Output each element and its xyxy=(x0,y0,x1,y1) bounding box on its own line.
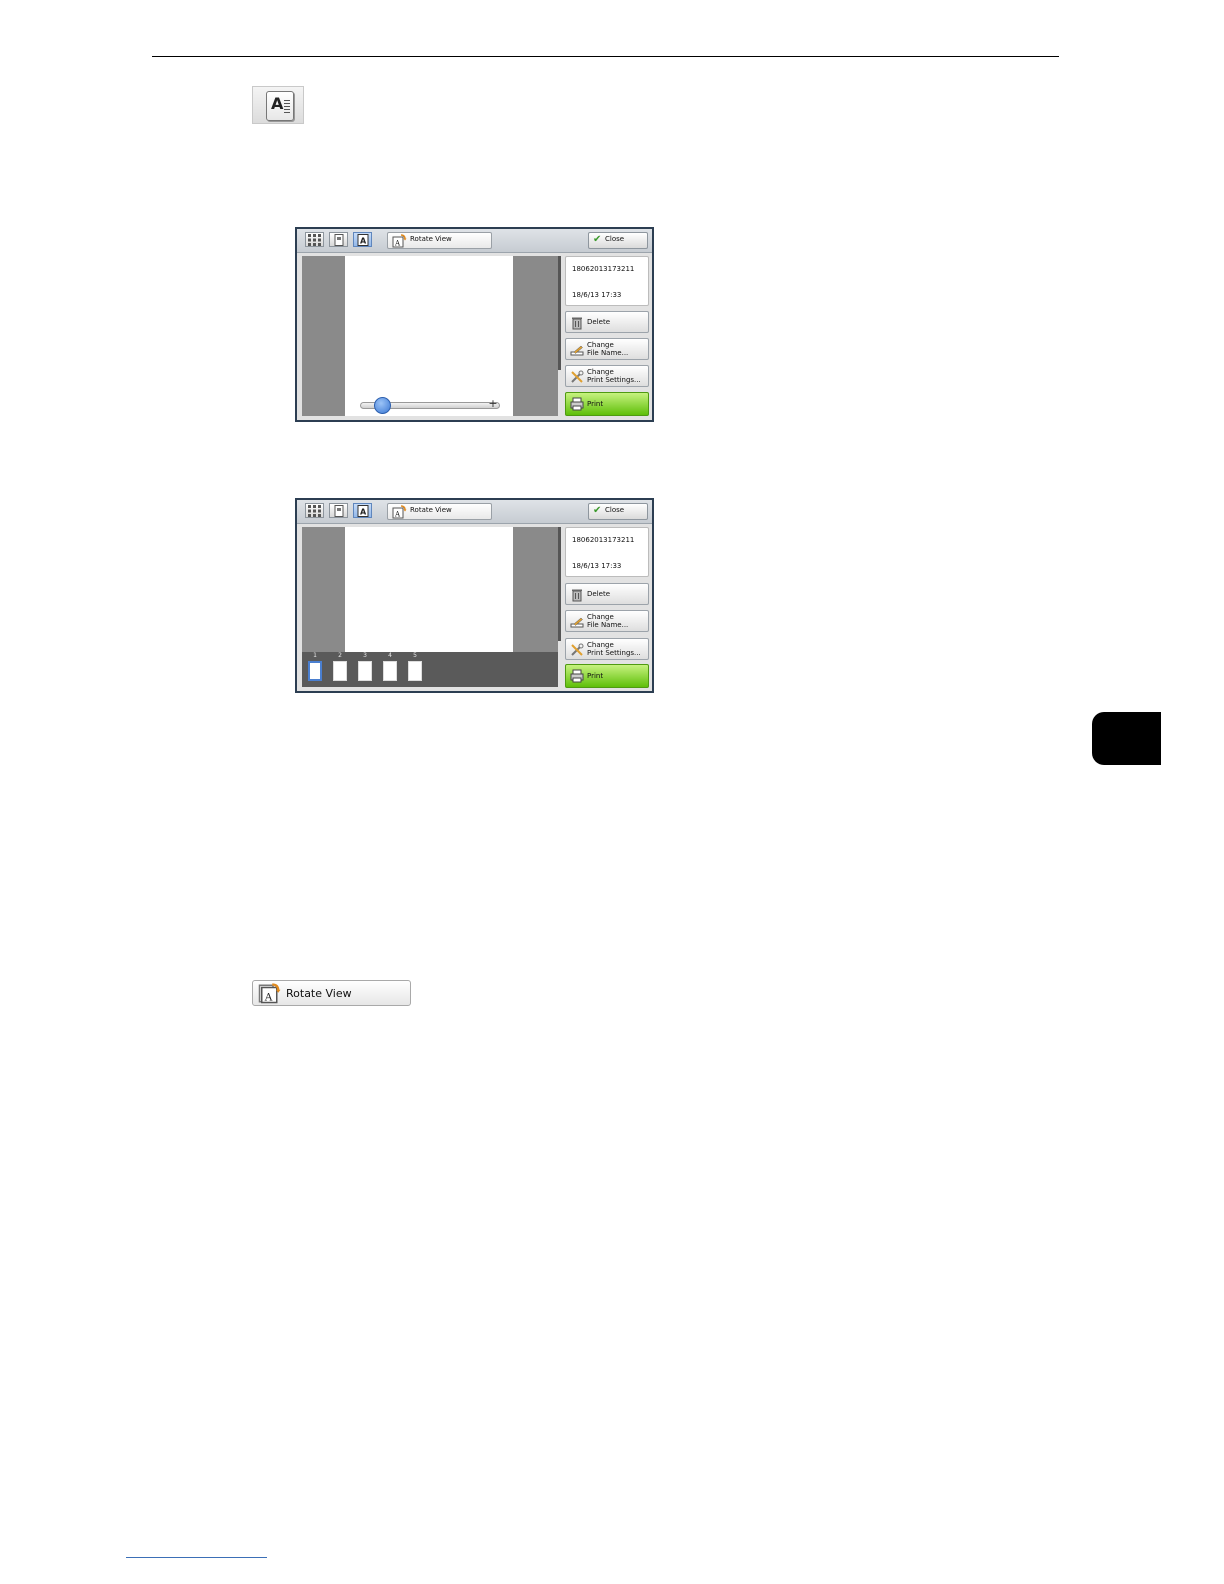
trash-icon xyxy=(572,589,582,602)
page-icon xyxy=(334,505,344,517)
change-print-settings-line1: Change xyxy=(587,641,614,649)
change-file-name-line1: Change xyxy=(587,341,614,349)
thumbnail-view-button[interactable] xyxy=(305,503,324,518)
rotate-view-label: Rotate View xyxy=(410,506,452,514)
delete-button[interactable]: Delete xyxy=(565,311,649,333)
footer-link-rule xyxy=(126,1557,267,1558)
page-thumbnail[interactable] xyxy=(358,661,372,681)
preview-scrollbar[interactable] xyxy=(558,527,561,641)
change-print-settings-button[interactable]: Change Print Settings... xyxy=(565,365,649,387)
trash-icon xyxy=(572,317,582,330)
thumbnail-view-button[interactable] xyxy=(305,232,324,247)
page-view-button[interactable] xyxy=(329,232,348,247)
preview-scrollbar[interactable] xyxy=(558,256,561,370)
file-info-box: 18062013173211 18/6/13 17:33 xyxy=(565,527,649,577)
text-lines-icon xyxy=(284,100,290,114)
preview-page xyxy=(345,256,513,416)
grid-icon xyxy=(308,505,321,517)
pencil-icon xyxy=(570,345,584,356)
print-label: Print xyxy=(587,672,604,680)
document-icon: A xyxy=(266,91,294,121)
zoom-in-button[interactable]: + xyxy=(488,398,498,409)
change-print-settings-line2: Print Settings... xyxy=(587,376,641,384)
svg-text:A: A xyxy=(394,240,401,248)
file-id: 18062013173211 xyxy=(572,265,635,273)
chapter-tab xyxy=(1092,712,1161,765)
delete-button[interactable]: Delete xyxy=(565,583,649,605)
print-button[interactable]: Print xyxy=(565,392,649,416)
thumbnail-number: 5 xyxy=(413,652,417,659)
rotate-view-label: Rotate View xyxy=(286,987,352,1000)
icon-letter: A xyxy=(271,94,284,113)
preview-screen-zoom: A A Rotate View ✔ Close − + 180620131732… xyxy=(295,227,654,422)
change-file-name-line2: File Name... xyxy=(587,349,629,357)
change-file-name-button[interactable]: Change File Name... xyxy=(565,338,649,360)
rotate-view-label: Rotate View xyxy=(410,235,452,243)
thumbnail-strip: 1 2 3 4 5 xyxy=(302,652,558,687)
file-datetime: 18/6/13 17:33 xyxy=(572,562,622,570)
change-print-settings-line2: Print Settings... xyxy=(587,649,641,657)
rotate-view-button-large[interactable]: A Rotate View xyxy=(252,980,411,1006)
svg-text:A: A xyxy=(360,508,367,517)
svg-text:A: A xyxy=(394,511,401,519)
file-id: 18062013173211 xyxy=(572,536,635,544)
thumbnail-number: 3 xyxy=(363,652,367,659)
thumbnail-number: 4 xyxy=(388,652,392,659)
rotate-view-button[interactable]: A Rotate View xyxy=(387,232,492,249)
check-icon: ✔ xyxy=(593,234,602,245)
print-label: Print xyxy=(587,400,604,408)
single-page-view-button[interactable]: A xyxy=(353,232,372,247)
preview-page xyxy=(345,527,513,652)
change-file-name-line1: Change xyxy=(587,613,614,621)
svg-text:A: A xyxy=(360,237,367,246)
letter-page-icon: A xyxy=(357,505,369,517)
page-thumbnail[interactable] xyxy=(383,661,397,681)
thumbnail-number: 1 xyxy=(313,652,317,659)
preview-toolbar: A A Rotate View ✔ Close xyxy=(297,500,652,524)
page-thumbnail[interactable] xyxy=(308,661,322,681)
printer-icon xyxy=(570,397,584,411)
close-label: Close xyxy=(605,235,625,243)
file-datetime: 18/6/13 17:33 xyxy=(572,291,622,299)
tools-icon xyxy=(571,643,584,656)
single-page-view-icon: A xyxy=(252,86,304,124)
printer-icon xyxy=(570,669,584,683)
preview-area: 1 2 3 4 5 xyxy=(302,527,558,687)
tools-icon xyxy=(571,370,584,383)
close-button[interactable]: ✔ Close xyxy=(588,503,648,520)
rotate-icon: A xyxy=(258,983,281,1004)
change-print-settings-button[interactable]: Change Print Settings... xyxy=(565,638,649,660)
change-file-name-line2: File Name... xyxy=(587,621,629,629)
page-thumbnail[interactable] xyxy=(333,661,347,681)
letter-page-icon: A xyxy=(357,234,369,246)
page-view-button[interactable] xyxy=(329,503,348,518)
close-button[interactable]: ✔ Close xyxy=(588,232,648,249)
preview-area: − + xyxy=(302,256,558,416)
zoom-slider-knob[interactable] xyxy=(374,397,391,414)
rotate-icon: A xyxy=(392,234,407,248)
page-icon xyxy=(334,234,344,246)
rotate-view-button[interactable]: A Rotate View xyxy=(387,503,492,520)
close-label: Close xyxy=(605,506,625,514)
delete-label: Delete xyxy=(587,318,610,326)
change-print-settings-line1: Change xyxy=(587,368,614,376)
rotate-icon: A xyxy=(392,505,407,519)
page-thumbnail[interactable] xyxy=(408,661,422,681)
check-icon: ✔ xyxy=(593,505,602,516)
header-rule xyxy=(152,56,1059,57)
file-info-box: 18062013173211 18/6/13 17:33 xyxy=(565,256,649,306)
preview-screen-thumbnails: A A Rotate View ✔ Close 1 2 3 4 5 1806201317… xyxy=(295,498,654,693)
print-button[interactable]: Print xyxy=(565,664,649,688)
preview-toolbar: A A Rotate View ✔ Close xyxy=(297,229,652,253)
rotate-icon-letter: A xyxy=(264,991,273,1003)
single-page-view-button[interactable]: A xyxy=(353,503,372,518)
pencil-icon xyxy=(570,617,584,628)
delete-label: Delete xyxy=(587,590,610,598)
change-file-name-button[interactable]: Change File Name... xyxy=(565,610,649,632)
thumbnail-number: 2 xyxy=(338,652,342,659)
grid-icon xyxy=(308,234,321,246)
